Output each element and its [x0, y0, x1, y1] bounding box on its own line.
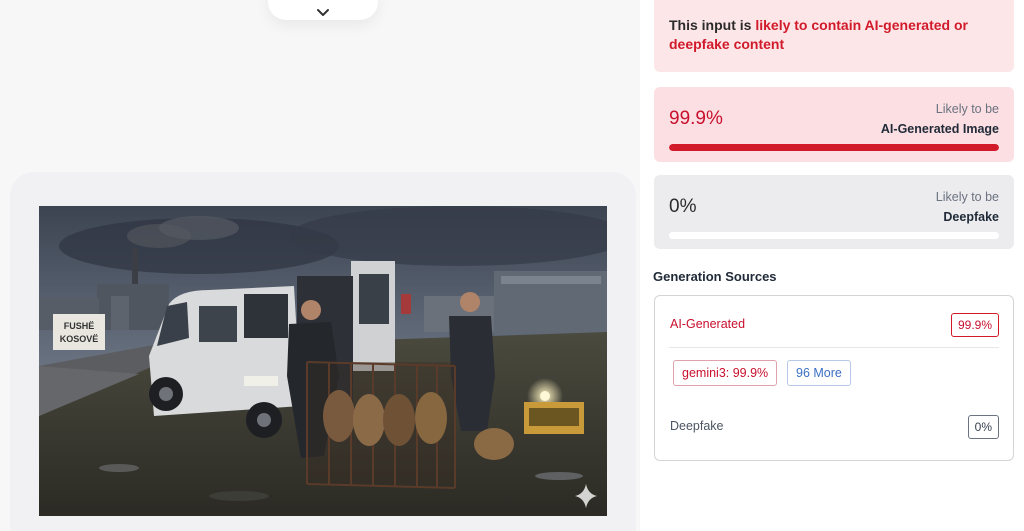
ai-score-label-bottom: AI-Generated Image [880, 122, 999, 136]
deepfake-score-label: Likely to be Deepfake [936, 187, 999, 227]
verdict-banner: This input is likely to contain AI-gener… [654, 0, 1014, 72]
ai-score-label: Likely to be AI-Generated Image [881, 99, 999, 139]
svg-text:KOSOVË: KOSOVË [60, 334, 99, 344]
deepfake-score-value: 0% [669, 196, 697, 217]
deepfake-source-title: Deepfake [670, 419, 724, 433]
ai-score-value: 99.9% [669, 108, 723, 129]
svg-text:FUSHË: FUSHË [64, 321, 95, 331]
more-models-button[interactable]: 96 More [787, 360, 851, 386]
divider [669, 347, 999, 348]
deepfake-score-label-bottom: Deepfake [943, 210, 999, 224]
ai-generated-source-title: AI-Generated [670, 317, 746, 331]
chevron-down-icon [316, 8, 330, 18]
verdict-prefix: This input is [669, 17, 756, 33]
model-chip-gemini3[interactable]: gemini3: 99.9% [673, 360, 778, 386]
ai-score-bar [669, 144, 999, 151]
ai-score-bar-fill [669, 144, 999, 151]
deepfake-score-label-top: Likely to be [935, 190, 999, 204]
ai-generated-score-card: 99.9% Likely to be AI-Generated Image [654, 87, 1014, 162]
deepfake-score-bar [669, 232, 999, 239]
ai-generated-score-badge: 99.9% [950, 313, 999, 337]
ai-score-label-top: Likely to be [935, 102, 999, 116]
deepfake-score-badge: 0% [967, 415, 999, 439]
analyzed-image: FUSHË KOSOVË [39, 206, 607, 516]
generation-sources-card: AI-Generated 99.9% gemini3: 99.9% 96 Mor… [654, 295, 1014, 461]
image-preview-pane: FUSHË KOSOVË [0, 0, 640, 531]
deepfake-score-card: 0% Likely to be Deepfake [654, 175, 1014, 249]
generation-sources-heading: Generation Sources [653, 269, 777, 284]
collapse-toggle-button[interactable] [268, 0, 378, 20]
